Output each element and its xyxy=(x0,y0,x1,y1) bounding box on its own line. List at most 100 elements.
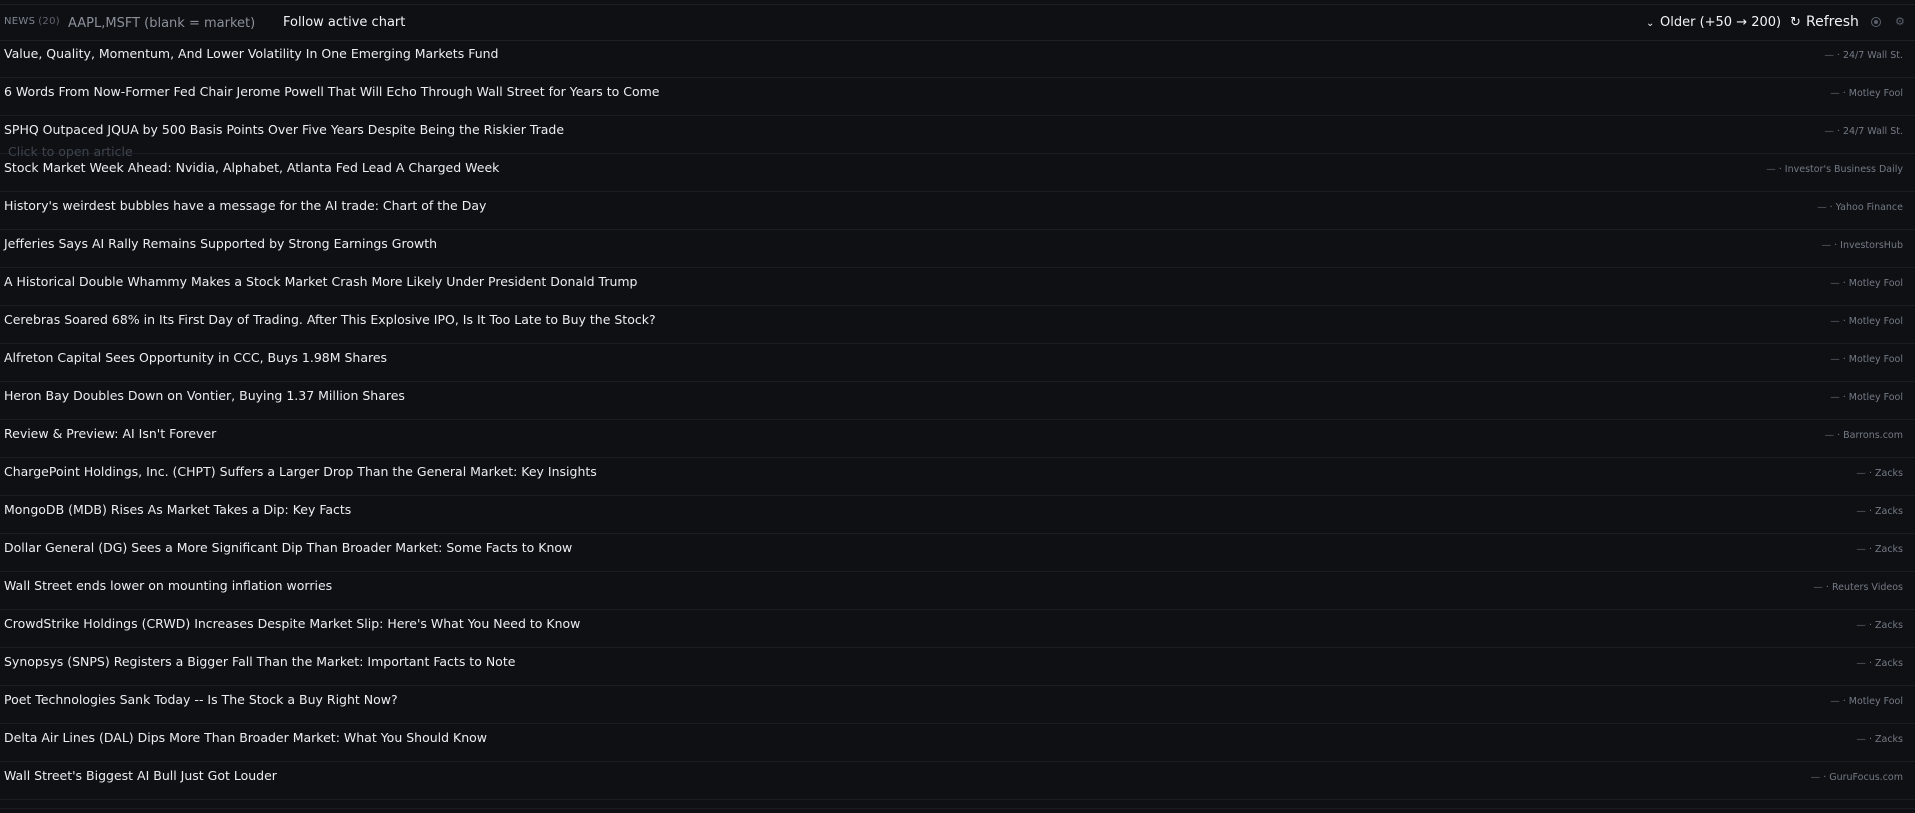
refresh-icon: ↻ xyxy=(1790,15,1801,30)
panel-title-label: NEWS xyxy=(4,16,36,27)
news-headline: Dollar General (DG) Sees a More Signific… xyxy=(4,540,573,555)
news-headline: Wall Street ends lower on mounting infla… xyxy=(4,578,333,593)
news-source: 24/7 Wall St. xyxy=(1842,126,1903,137)
news-row[interactable]: A Historical Double Whammy Makes a Stock… xyxy=(0,268,1915,306)
news-headline: Delta Air Lines (DAL) Dips More Than Bro… xyxy=(4,730,488,745)
news-source: InvestorsHub xyxy=(1840,240,1903,251)
news-time: — xyxy=(1824,430,1835,441)
news-time: — xyxy=(1813,582,1823,593)
news-toolbar: NEWS(20) Follow active chart ⌄ Older (+50… xyxy=(0,6,1915,41)
news-source: GuruFocus.com xyxy=(1829,772,1903,783)
news-source: Investor's Business Daily xyxy=(1784,164,1903,175)
news-time: — xyxy=(1830,316,1840,327)
news-row[interactable]: MongoDB (MDB) Rises As Market Takes a Di… xyxy=(0,496,1915,534)
news-headline: 6 Words From Now-Former Fed Chair Jerome… xyxy=(4,84,660,99)
news-source: Motley Fool xyxy=(1848,392,1903,403)
news-row[interactable]: Heron Bay Doubles Down on Vontier, Buyin… xyxy=(0,382,1915,420)
news-meta: — · 24/7 Wall St. xyxy=(1824,50,1903,61)
news-time: — xyxy=(1830,88,1840,99)
news-row[interactable]: Stock Market Week Ahead: Nvidia, Alphabe… xyxy=(0,154,1915,192)
news-meta: — · InvestorsHub xyxy=(1821,240,1903,251)
news-row[interactable]: Review & Preview: AI Isn't Forever — · Ba… xyxy=(0,420,1915,458)
news-time: — xyxy=(1856,734,1866,745)
news-time: — xyxy=(1856,506,1866,517)
news-row[interactable]: CrowdStrike Holdings (CRWD) Increases De… xyxy=(0,610,1915,648)
news-row[interactable]: Jefferies Says AI Rally Remains Supporte… xyxy=(0,230,1915,268)
news-row[interactable]: Wall Street's Biggest AI Bull Just Got L… xyxy=(0,762,1915,800)
news-meta: — · Zacks xyxy=(1856,506,1903,517)
panel-title: NEWS (20) xyxy=(4,16,60,27)
news-headline: Value, Quality, Momentum, And Lower Vola… xyxy=(4,46,499,61)
news-time: — xyxy=(1830,392,1840,403)
news-headline: SPHQ Outpaced JQUA by 500 Basis Points O… xyxy=(4,122,565,137)
news-meta: — · Motley Fool xyxy=(1830,88,1903,99)
news-time: — xyxy=(1810,772,1821,783)
news-source: Barrons.com xyxy=(1843,430,1903,441)
news-meta: — · Motley Fool xyxy=(1830,316,1903,327)
ticker-filter-input[interactable] xyxy=(64,12,272,34)
news-meta: — · Zacks xyxy=(1856,734,1903,745)
news-time: — xyxy=(1856,620,1866,631)
news-headline: Synopsys (SNPS) Registers a Bigger Fall … xyxy=(4,654,516,669)
news-source: Zacks xyxy=(1874,734,1903,745)
news-meta: — · Reuters Videos xyxy=(1813,582,1903,593)
news-source: Motley Fool xyxy=(1848,354,1903,365)
news-meta: — · Motley Fool xyxy=(1830,278,1903,289)
news-headline: Jefferies Says AI Rally Remains Supporte… xyxy=(4,236,438,251)
news-time: — xyxy=(1817,202,1827,213)
news-row[interactable]: Dollar General (DG) Sees a More Signific… xyxy=(0,534,1915,572)
news-meta: — · GuruFocus.com xyxy=(1810,772,1903,783)
news-row[interactable]: Synopsys (SNPS) Registers a Bigger Fall … xyxy=(0,648,1915,686)
news-count: (20) xyxy=(38,16,60,27)
news-time: — xyxy=(1856,468,1866,479)
news-row[interactable]: 6 Words From Now-Former Fed Chair Jerome… xyxy=(0,78,1915,116)
settings-icon[interactable]: ⚙ xyxy=(1895,15,1905,28)
news-time: — xyxy=(1824,50,1834,61)
news-source: Motley Fool xyxy=(1848,316,1903,327)
follow-active-chart-toggle[interactable]: Follow active chart xyxy=(283,15,405,30)
news-row[interactable]: Wall Street ends lower on mounting infla… xyxy=(0,572,1915,610)
status-circle-icon[interactable] xyxy=(1871,17,1881,27)
news-time: — xyxy=(1856,658,1866,669)
news-headline: Review & Preview: AI Isn't Forever xyxy=(4,426,217,441)
news-meta: — · Zacks xyxy=(1856,468,1903,479)
refresh-button[interactable]: ↻ Refresh xyxy=(1790,14,1859,30)
news-row[interactable]: Cerebras Soared 68% in Its First Day of … xyxy=(0,306,1915,344)
bottom-divider xyxy=(0,808,1915,809)
news-row[interactable]: Poet Technologies Sank Today -- Is The S… xyxy=(0,686,1915,724)
news-row[interactable]: Delta Air Lines (DAL) Dips More Than Bro… xyxy=(0,724,1915,762)
news-row[interactable]: ChargePoint Holdings, Inc. (CHPT) Suffer… xyxy=(0,458,1915,496)
news-headline: Stock Market Week Ahead: Nvidia, Alphabe… xyxy=(4,160,500,175)
news-source: Zacks xyxy=(1874,506,1903,517)
news-source: Yahoo Finance xyxy=(1835,202,1903,213)
news-time: — xyxy=(1830,354,1840,365)
news-meta: — · Investor's Business Daily xyxy=(1766,164,1903,175)
news-headline: History's weirdest bubbles have a messag… xyxy=(4,198,487,213)
news-row[interactable]: SPHQ Outpaced JQUA by 500 Basis Points O… xyxy=(0,116,1915,154)
news-headline: Heron Bay Doubles Down on Vontier, Buyin… xyxy=(4,388,405,403)
news-source: Zacks xyxy=(1874,658,1903,669)
news-time: — xyxy=(1830,696,1840,707)
news-source: 24/7 Wall St. xyxy=(1842,50,1903,61)
news-meta: — · Zacks xyxy=(1856,658,1903,669)
news-row[interactable]: History's weirdest bubbles have a messag… xyxy=(0,192,1915,230)
news-meta: — · Yahoo Finance xyxy=(1817,202,1903,213)
news-meta: — · Motley Fool xyxy=(1830,392,1903,403)
news-meta: — · 24/7 Wall St. xyxy=(1824,126,1903,137)
news-row[interactable]: Alfreton Capital Sees Opportunity in CCC… xyxy=(0,344,1915,382)
chevron-down-icon: ⌄ xyxy=(1646,18,1655,29)
news-source: Zacks xyxy=(1874,544,1903,555)
news-time: — xyxy=(1824,126,1834,137)
news-headline: Wall Street's Biggest AI Bull Just Got L… xyxy=(4,768,277,783)
news-meta: — · Barrons.com xyxy=(1824,430,1903,441)
news-headline: Alfreton Capital Sees Opportunity in CCC… xyxy=(4,350,388,365)
news-row[interactable]: Value, Quality, Momentum, And Lower Vola… xyxy=(0,40,1915,78)
news-headline: ChargePoint Holdings, Inc. (CHPT) Suffer… xyxy=(4,464,597,479)
news-list: Value, Quality, Momentum, And Lower Vola… xyxy=(0,40,1915,800)
load-older-button[interactable]: ⌄ Older (+50 → 200) xyxy=(1646,15,1781,30)
news-source: Zacks xyxy=(1874,468,1903,479)
news-source: Motley Fool xyxy=(1848,696,1903,707)
news-headline: MongoDB (MDB) Rises As Market Takes a Di… xyxy=(4,502,352,517)
load-older-label: Older (+50 → 200) xyxy=(1660,15,1782,30)
news-source: Reuters Videos xyxy=(1831,582,1903,593)
